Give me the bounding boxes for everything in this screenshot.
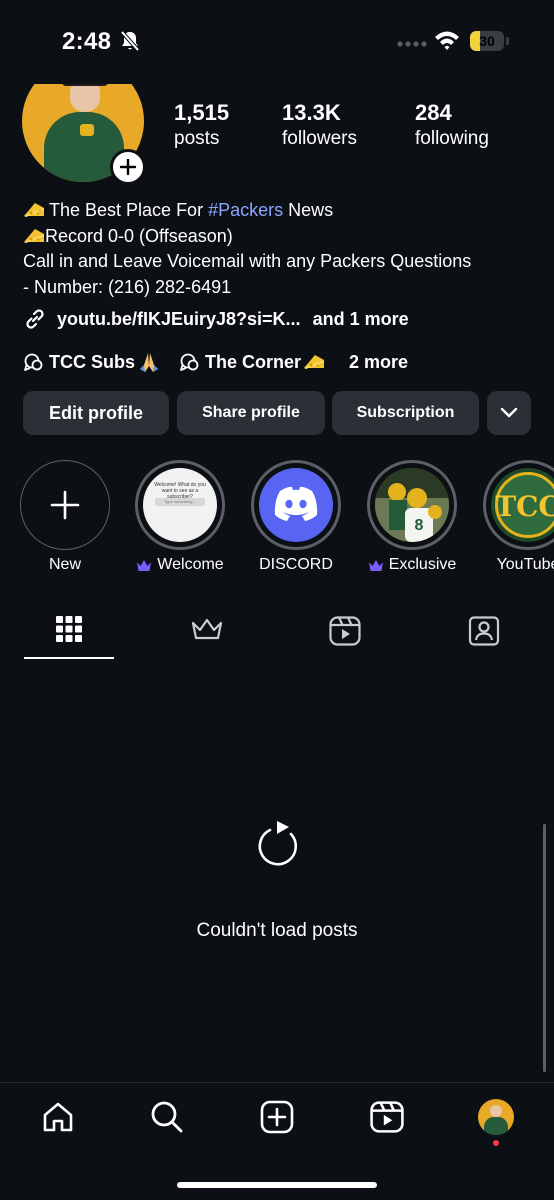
nav-reels[interactable] bbox=[367, 1097, 407, 1137]
nav-search[interactable] bbox=[147, 1097, 187, 1137]
tab-tagged[interactable] bbox=[438, 610, 530, 662]
chevron-down-icon bbox=[500, 407, 518, 418]
channels-more[interactable]: 2 more bbox=[349, 352, 408, 373]
create-icon bbox=[260, 1100, 294, 1134]
crown-icon bbox=[137, 559, 152, 571]
plus-icon bbox=[50, 490, 80, 520]
grid-icon bbox=[56, 616, 82, 642]
youtube-thumb-text: TCC bbox=[495, 490, 554, 523]
tab-subscriber-content[interactable] bbox=[161, 610, 253, 662]
cheese-icon bbox=[24, 203, 44, 217]
bio-line-4: - Number: (216) 282-6491 bbox=[23, 276, 232, 297]
posts-count[interactable]: 1,515 posts bbox=[174, 100, 229, 151]
battery-indicator: 30 bbox=[470, 31, 510, 51]
signal-icon bbox=[397, 41, 427, 47]
cheese-icon bbox=[304, 355, 325, 369]
football-player-image: 8 bbox=[375, 468, 449, 542]
active-tab-indicator bbox=[24, 657, 114, 659]
nav-create[interactable] bbox=[257, 1097, 297, 1137]
crown-icon bbox=[191, 618, 223, 640]
channel-the-corner[interactable]: The Corner bbox=[179, 352, 329, 373]
home-icon bbox=[43, 1102, 73, 1132]
link-url[interactable]: youtu.be/fIKJEuiryJ8?si=K... bbox=[57, 309, 301, 330]
notification-dot bbox=[493, 1140, 499, 1146]
bio-line-1: The Best Place For #Packers News bbox=[23, 198, 543, 224]
home-indicator bbox=[177, 1182, 377, 1188]
profile-avatar bbox=[478, 1099, 514, 1135]
followers-count[interactable]: 13.3K followers bbox=[282, 100, 357, 151]
reels-icon bbox=[329, 616, 361, 646]
plus-icon bbox=[120, 159, 136, 175]
status-bar: 2:48 30 bbox=[0, 0, 554, 84]
pray-emoji-icon bbox=[140, 353, 159, 372]
reload-icon[interactable] bbox=[253, 820, 301, 872]
empty-state-message: Couldn't load posts bbox=[196, 920, 358, 941]
channel-icon bbox=[24, 353, 43, 371]
add-story-button[interactable] bbox=[110, 149, 146, 185]
channel-icon bbox=[180, 353, 199, 371]
profile-tabs bbox=[0, 610, 554, 662]
svg-text:8: 8 bbox=[415, 517, 424, 534]
link-icon bbox=[26, 309, 44, 329]
bio-line-3: Call in and Leave Voicemail with any Pac… bbox=[23, 251, 472, 271]
link-more[interactable]: and 1 more bbox=[313, 309, 409, 330]
bell-slash-icon bbox=[120, 30, 140, 52]
search-icon bbox=[151, 1101, 183, 1133]
scrollbar[interactable] bbox=[543, 824, 546, 1072]
tab-reels[interactable] bbox=[299, 610, 391, 662]
tagged-icon bbox=[468, 616, 500, 646]
status-time: 2:48 bbox=[62, 28, 112, 55]
tab-posts-grid[interactable] bbox=[23, 610, 115, 662]
nav-profile[interactable] bbox=[476, 1097, 516, 1137]
reels-icon bbox=[370, 1101, 404, 1133]
battery-percent: 30 bbox=[479, 33, 495, 49]
edit-profile-button[interactable]: Edit profile bbox=[23, 391, 169, 435]
crown-icon bbox=[368, 559, 383, 571]
profile-bio: The Best Place For #Packers News Record … bbox=[23, 198, 543, 300]
subscription-button[interactable]: Subscription bbox=[332, 391, 479, 435]
cheese-icon bbox=[24, 228, 44, 243]
wifi-icon bbox=[435, 31, 459, 50]
more-options-button[interactable] bbox=[487, 391, 531, 435]
bio-link[interactable]: youtu.be/fIKJEuiryJ8?si=K... and 1 more bbox=[23, 306, 409, 332]
discord-icon bbox=[274, 486, 318, 521]
broadcast-channels: TCC Subs The Corner 2 more bbox=[23, 348, 426, 376]
nav-home[interactable] bbox=[38, 1097, 78, 1137]
packers-hashtag[interactable]: #Packers bbox=[208, 200, 283, 220]
following-count[interactable]: 284 following bbox=[415, 100, 489, 151]
channel-tcc-subs[interactable]: TCC Subs bbox=[23, 351, 161, 373]
bio-line-2: Record 0-0 (Offseason) bbox=[23, 224, 543, 250]
story-highlights: New Welcome! What do you want to see as … bbox=[0, 460, 554, 580]
welcome-thumb-field: Type something... bbox=[155, 498, 205, 506]
share-profile-button[interactable]: Share profile bbox=[177, 391, 325, 435]
profile-screen: 2:48 30 1,515 posts 13.3K followers 284 … bbox=[0, 0, 554, 1200]
